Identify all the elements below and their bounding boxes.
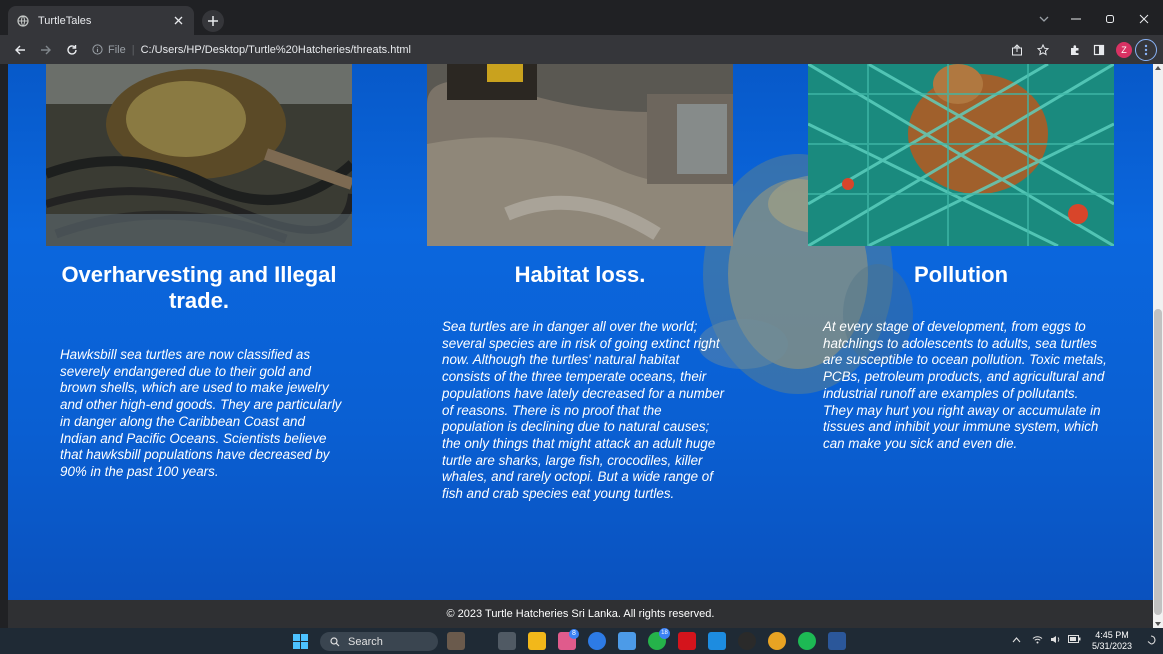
window-border	[0, 64, 8, 628]
spotify-icon[interactable]	[798, 632, 816, 650]
reload-icon[interactable]	[62, 40, 82, 60]
habitat-loss-title: Habitat loss.	[514, 262, 646, 287]
windows-start-icon[interactable]	[293, 634, 308, 649]
scrollbar-thumb[interactable]	[1154, 309, 1162, 615]
sidepanel-icon[interactable]	[1090, 41, 1108, 59]
chevron-up-icon[interactable]	[1012, 635, 1021, 646]
battery-icon[interactable]	[1068, 635, 1081, 646]
overharvesting-title: Overharvesting and Illegal trade.	[61, 262, 337, 313]
edge-icon[interactable]	[588, 632, 606, 650]
page-scrollbar[interactable]	[1153, 64, 1163, 628]
whatsapp-badge: 18	[659, 628, 670, 639]
close-tab-icon[interactable]	[170, 13, 186, 29]
footer-copyright: © 2023 Turtle Hatcheries Sri Lanka. All …	[446, 608, 715, 620]
teams-icon[interactable]: 8	[558, 629, 579, 650]
netflix-icon[interactable]	[678, 632, 696, 650]
info-icon[interactable]	[90, 43, 104, 57]
pollution-text: At every stage of development, from eggs…	[823, 319, 1107, 451]
vscode-icon[interactable]	[708, 632, 726, 650]
maximize-button[interactable]	[1096, 9, 1124, 29]
browser-toolbar: File | C:/Users/HP/Desktop/Turtle%20Hatc…	[0, 35, 1163, 64]
search-icon	[330, 636, 340, 646]
forward-icon[interactable]	[36, 40, 56, 60]
url-text[interactable]: C:/Users/HP/Desktop/Turtle%20Hatcheries/…	[141, 44, 411, 56]
overharvesting-text: Hawksbill sea turtles are now classified…	[60, 347, 342, 479]
task-view-icon[interactable]	[498, 632, 516, 650]
bookmark-star-icon[interactable]	[1034, 41, 1052, 59]
share-icon[interactable]	[1008, 41, 1026, 59]
word-icon[interactable]	[828, 632, 846, 650]
address-bar[interactable]: File | C:/Users/HP/Desktop/Turtle%20Hatc…	[90, 39, 1000, 60]
page-footer: © 2023 Turtle Hatcheries Sri Lanka. All …	[8, 600, 1153, 628]
store-icon[interactable]	[618, 632, 636, 650]
wifi-icon[interactable]	[1032, 635, 1043, 647]
new-tab-button[interactable]	[202, 10, 224, 32]
volume-icon[interactable]	[1050, 635, 1061, 647]
chrome-icon[interactable]	[768, 632, 786, 650]
browser-menu-button[interactable]	[1135, 39, 1157, 61]
app-icon[interactable]	[738, 632, 756, 650]
scroll-down-icon[interactable]	[1155, 622, 1161, 626]
clock-time: 4:45 PM	[1095, 630, 1129, 640]
back-icon[interactable]	[10, 40, 30, 60]
whatsapp-icon[interactable]: 18	[648, 628, 670, 650]
url-separator: |	[131, 43, 135, 56]
scheme-label: File	[108, 43, 126, 56]
close-window-button[interactable]	[1130, 9, 1158, 29]
habitat-loss-text: Sea turtles are in danger all over the w…	[442, 319, 725, 502]
overharvesting-image	[46, 64, 352, 246]
teams-badge: 8	[569, 629, 579, 639]
tab-strip: TurtleTales	[0, 0, 1163, 35]
notification-icon[interactable]	[1146, 635, 1156, 648]
browser-tab[interactable]: TurtleTales	[8, 6, 194, 35]
clock-date: 5/31/2023	[1092, 641, 1133, 651]
taskbar-clock[interactable]: 4:45 PM 5/31/2023	[1092, 630, 1132, 652]
file-explorer-icon[interactable]	[528, 632, 546, 650]
minimize-button[interactable]	[1062, 9, 1090, 29]
habitat-loss-image	[427, 64, 733, 246]
widgets-icon[interactable]	[447, 632, 465, 650]
tab-title: TurtleTales	[38, 14, 92, 27]
tab-search-icon[interactable]	[1030, 9, 1058, 29]
extensions-icon[interactable]	[1066, 41, 1084, 59]
search-label: Search	[348, 635, 383, 648]
taskbar-search[interactable]: Search	[320, 632, 438, 651]
pollution-image	[808, 64, 1114, 246]
profile-avatar[interactable]: Z	[1116, 42, 1132, 58]
pollution-title: Pollution	[913, 262, 1009, 287]
page-viewport: Overharvesting and Illegal trade. Habita…	[8, 64, 1153, 628]
globe-icon	[16, 14, 30, 28]
scroll-up-icon[interactable]	[1155, 66, 1161, 70]
windows-taskbar: Search 8 18 4:45 PM 5/31/2023	[0, 628, 1163, 654]
